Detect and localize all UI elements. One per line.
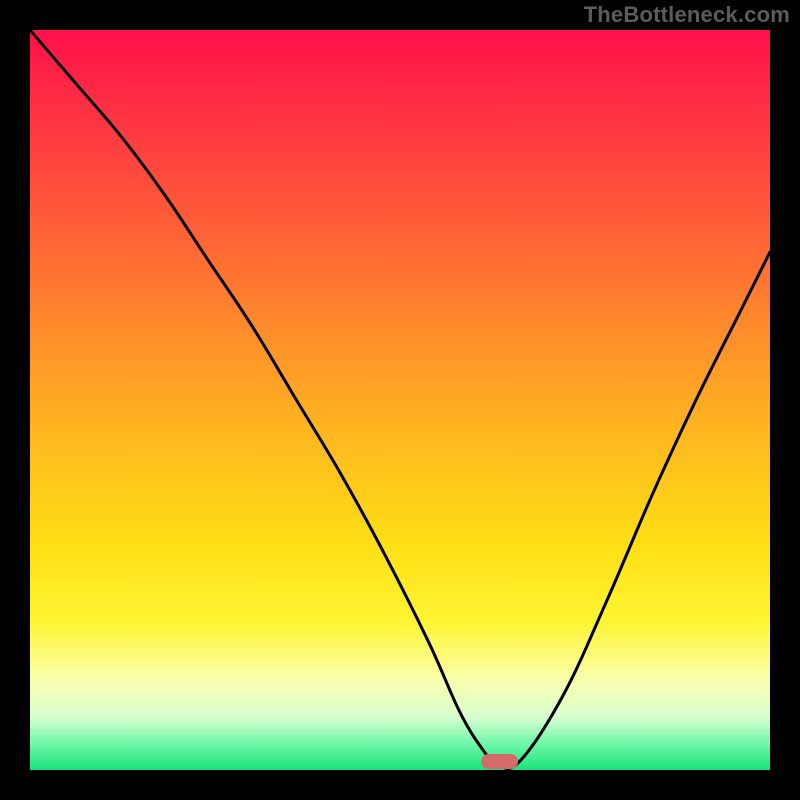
- bottleneck-curve: [30, 30, 770, 769]
- chart-frame: TheBottleneck.com: [0, 0, 800, 800]
- watermark-text: TheBottleneck.com: [584, 2, 790, 28]
- curve-layer: [30, 30, 770, 770]
- plot-area: [30, 30, 770, 770]
- bottleneck-marker: [481, 754, 518, 769]
